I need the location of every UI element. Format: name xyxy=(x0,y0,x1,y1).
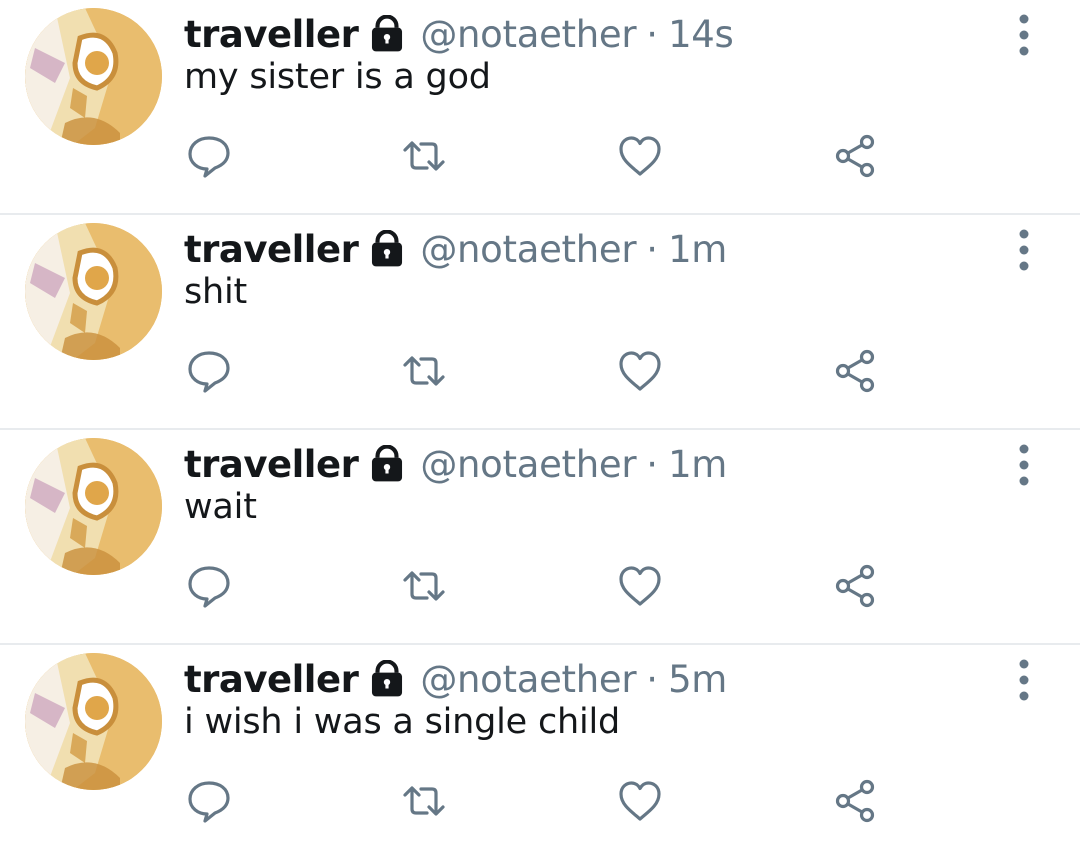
tweet-text: wait xyxy=(184,487,257,527)
like-button[interactable] xyxy=(612,346,668,396)
tweet-feed: traveller @notaether · 14s my sister is … xyxy=(0,0,1080,860)
reply-button[interactable] xyxy=(181,346,237,396)
tweet[interactable]: traveller @notaether · 14s my sister is … xyxy=(0,0,1080,215)
heart-icon xyxy=(619,351,661,391)
avatar[interactable] xyxy=(25,438,162,575)
tweet-text: i wish i was a single child xyxy=(184,702,621,742)
timestamp[interactable]: 5m xyxy=(668,658,727,701)
avatar[interactable] xyxy=(25,653,162,790)
tweet-text: my sister is a god xyxy=(184,57,491,97)
share-icon xyxy=(835,779,875,823)
user-handle[interactable]: @notaether xyxy=(420,658,636,701)
lock-icon xyxy=(372,15,403,52)
retweet-icon xyxy=(403,141,445,171)
like-button[interactable] xyxy=(612,561,668,611)
lock-icon xyxy=(372,660,403,697)
separator-dot: · xyxy=(646,442,659,486)
more-vertical-icon[interactable] xyxy=(1011,659,1037,701)
timestamp[interactable]: 1m xyxy=(668,228,727,271)
tweet-text: shit xyxy=(184,272,248,312)
lock-icon xyxy=(372,230,403,267)
share-icon xyxy=(835,564,875,608)
timestamp[interactable]: 14s xyxy=(668,13,734,56)
timestamp[interactable]: 1m xyxy=(668,443,727,486)
tweet-header: traveller @notaether · 1m xyxy=(184,225,727,273)
reply-button[interactable] xyxy=(181,131,237,181)
tweet-header: traveller @notaether · 5m xyxy=(184,655,727,703)
separator-dot: · xyxy=(646,12,659,56)
separator-dot: · xyxy=(646,227,659,271)
display-name[interactable]: traveller xyxy=(184,13,359,56)
tweet[interactable]: traveller @notaether · 1m shit xyxy=(0,215,1080,430)
avatar[interactable] xyxy=(25,8,162,145)
tweet[interactable]: traveller @notaether · 5m i wish i was a… xyxy=(0,645,1080,860)
share-button[interactable] xyxy=(828,346,884,396)
reply-icon xyxy=(188,781,230,823)
tweet-header: traveller @notaether · 1m xyxy=(184,440,727,488)
tweet[interactable]: traveller @notaether · 1m wait xyxy=(0,430,1080,645)
heart-icon xyxy=(619,136,661,176)
user-handle[interactable]: @notaether xyxy=(420,443,636,486)
retweet-button[interactable] xyxy=(396,131,452,181)
display-name[interactable]: traveller xyxy=(184,658,359,701)
like-button[interactable] xyxy=(612,776,668,826)
retweet-icon xyxy=(403,571,445,601)
reply-button[interactable] xyxy=(181,776,237,826)
share-button[interactable] xyxy=(828,131,884,181)
share-button[interactable] xyxy=(828,561,884,611)
separator-dot: · xyxy=(646,657,659,701)
retweet-button[interactable] xyxy=(396,346,452,396)
retweet-icon xyxy=(403,356,445,386)
reply-icon xyxy=(188,351,230,393)
more-vertical-icon[interactable] xyxy=(1011,229,1037,271)
display-name[interactable]: traveller xyxy=(184,228,359,271)
reply-icon xyxy=(188,136,230,178)
avatar[interactable] xyxy=(25,223,162,360)
more-vertical-icon[interactable] xyxy=(1011,444,1037,486)
share-button[interactable] xyxy=(828,776,884,826)
like-button[interactable] xyxy=(612,131,668,181)
reply-icon xyxy=(188,566,230,608)
share-icon xyxy=(835,134,875,178)
lock-icon xyxy=(372,445,403,482)
heart-icon xyxy=(619,566,661,606)
more-vertical-icon[interactable] xyxy=(1011,14,1037,56)
share-icon xyxy=(835,349,875,393)
retweet-button[interactable] xyxy=(396,561,452,611)
reply-button[interactable] xyxy=(181,561,237,611)
display-name[interactable]: traveller xyxy=(184,443,359,486)
retweet-icon xyxy=(403,786,445,816)
tweet-header: traveller @notaether · 14s xyxy=(184,10,734,58)
user-handle[interactable]: @notaether xyxy=(420,228,636,271)
retweet-button[interactable] xyxy=(396,776,452,826)
user-handle[interactable]: @notaether xyxy=(420,13,636,56)
heart-icon xyxy=(619,781,661,821)
